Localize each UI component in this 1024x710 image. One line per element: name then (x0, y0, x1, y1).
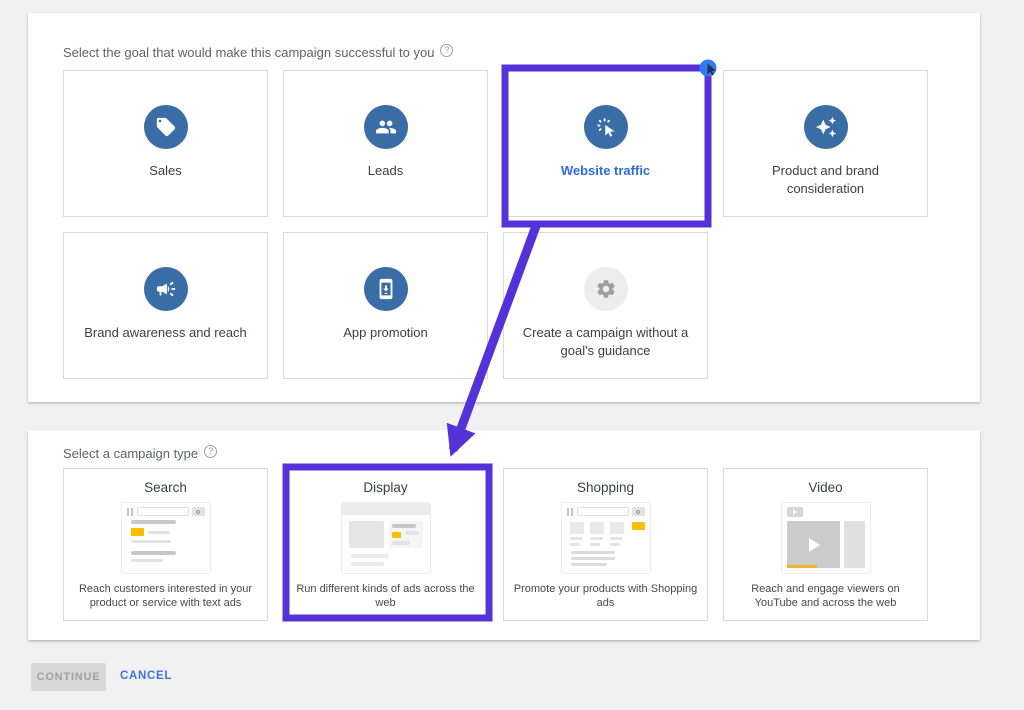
goal-label: Website traffic (547, 162, 664, 180)
sparkles-icon (804, 105, 848, 149)
type-card-search[interactable]: Search Reach customers interested in you… (63, 468, 268, 621)
type-card-shopping[interactable]: Shopping (503, 468, 708, 621)
goal-label: Product and brand consideration (724, 162, 927, 198)
mini-sidebar-placeholder (844, 521, 865, 568)
play-icon (793, 509, 797, 515)
goal-card-website-traffic[interactable]: Website traffic (503, 70, 708, 217)
goal-card-grid: Sales Leads (63, 70, 928, 379)
mini-ad-badge (632, 522, 645, 530)
search-ad-illustration (121, 502, 211, 574)
type-card-video[interactable]: Video Reach and engage viewers on YouTub… (723, 468, 928, 621)
people-icon (364, 105, 408, 149)
type-title: Display (363, 480, 407, 495)
goal-selection-panel: Select the goal that would make this cam… (28, 13, 980, 402)
display-ad-illustration (341, 502, 431, 574)
help-icon[interactable]: ? (204, 445, 217, 458)
type-description: Reach customers interested in your produ… (64, 582, 267, 611)
goal-card-app-promotion[interactable]: App promotion (283, 232, 488, 379)
magnifier-icon (196, 510, 200, 514)
mini-image-placeholder (349, 521, 385, 548)
goal-card-brand-awareness-reach[interactable]: Brand awareness and reach (63, 232, 268, 379)
mini-search-button (192, 507, 205, 516)
campaign-setup-page: Select the goal that would make this cam… (0, 0, 1024, 710)
goal-label: Brand awareness and reach (70, 324, 261, 342)
type-title: Shopping (577, 480, 634, 495)
goal-section-title: Select the goal that would make this cam… (63, 45, 453, 60)
campaign-type-panel: Select a campaign type ? Search (28, 430, 980, 640)
goal-card-product-brand-consideration[interactable]: Product and brand consideration (723, 70, 928, 217)
mini-search-input (137, 507, 189, 516)
mini-logo (127, 508, 134, 516)
goal-card-leads[interactable]: Leads (283, 70, 488, 217)
magnifier-icon (636, 510, 640, 514)
goal-label: Sales (135, 162, 196, 180)
mini-video-player (787, 521, 840, 568)
goal-card-no-goal-guidance[interactable]: Create a campaign without a goal's guida… (503, 232, 708, 379)
video-ad-illustration (781, 502, 871, 574)
play-icon (809, 538, 820, 552)
mini-ad-badge (131, 528, 144, 536)
phone-download-icon (364, 267, 408, 311)
type-card-display[interactable]: Display Run different kinds of ads (283, 468, 488, 621)
goal-label: Leads (354, 162, 417, 180)
mini-ad-badge (392, 532, 401, 538)
shopping-ad-illustration (561, 502, 651, 574)
campaign-type-grid: Search Reach customers interested in you… (63, 468, 928, 621)
mini-logo (567, 508, 574, 516)
type-title: Video (808, 480, 842, 495)
cursor-click-icon (584, 105, 628, 149)
mini-search-button (632, 507, 645, 516)
goal-label: Create a campaign without a goal's guida… (504, 324, 707, 360)
type-description: Run different kinds of ads across the we… (284, 582, 487, 611)
type-description: Promote your products with Shopping ads (504, 582, 707, 611)
mini-progress-bar (787, 565, 818, 568)
mini-video-logo (787, 507, 803, 517)
type-section-title-text: Select a campaign type (63, 446, 198, 461)
type-title: Search (144, 480, 187, 495)
type-description: Reach and engage viewers on YouTube and … (724, 582, 927, 611)
type-section-title: Select a campaign type ? (63, 446, 217, 461)
goal-label: App promotion (329, 324, 442, 342)
goal-card-sales[interactable]: Sales (63, 70, 268, 217)
gear-icon (584, 267, 628, 311)
megaphone-icon (144, 267, 188, 311)
goal-section-title-text: Select the goal that would make this cam… (63, 45, 434, 60)
continue-button[interactable]: CONTINUE (31, 663, 106, 691)
cancel-button[interactable]: CANCEL (120, 670, 172, 682)
mini-search-input (577, 507, 629, 516)
tag-icon (144, 105, 188, 149)
help-icon[interactable]: ? (440, 44, 453, 57)
